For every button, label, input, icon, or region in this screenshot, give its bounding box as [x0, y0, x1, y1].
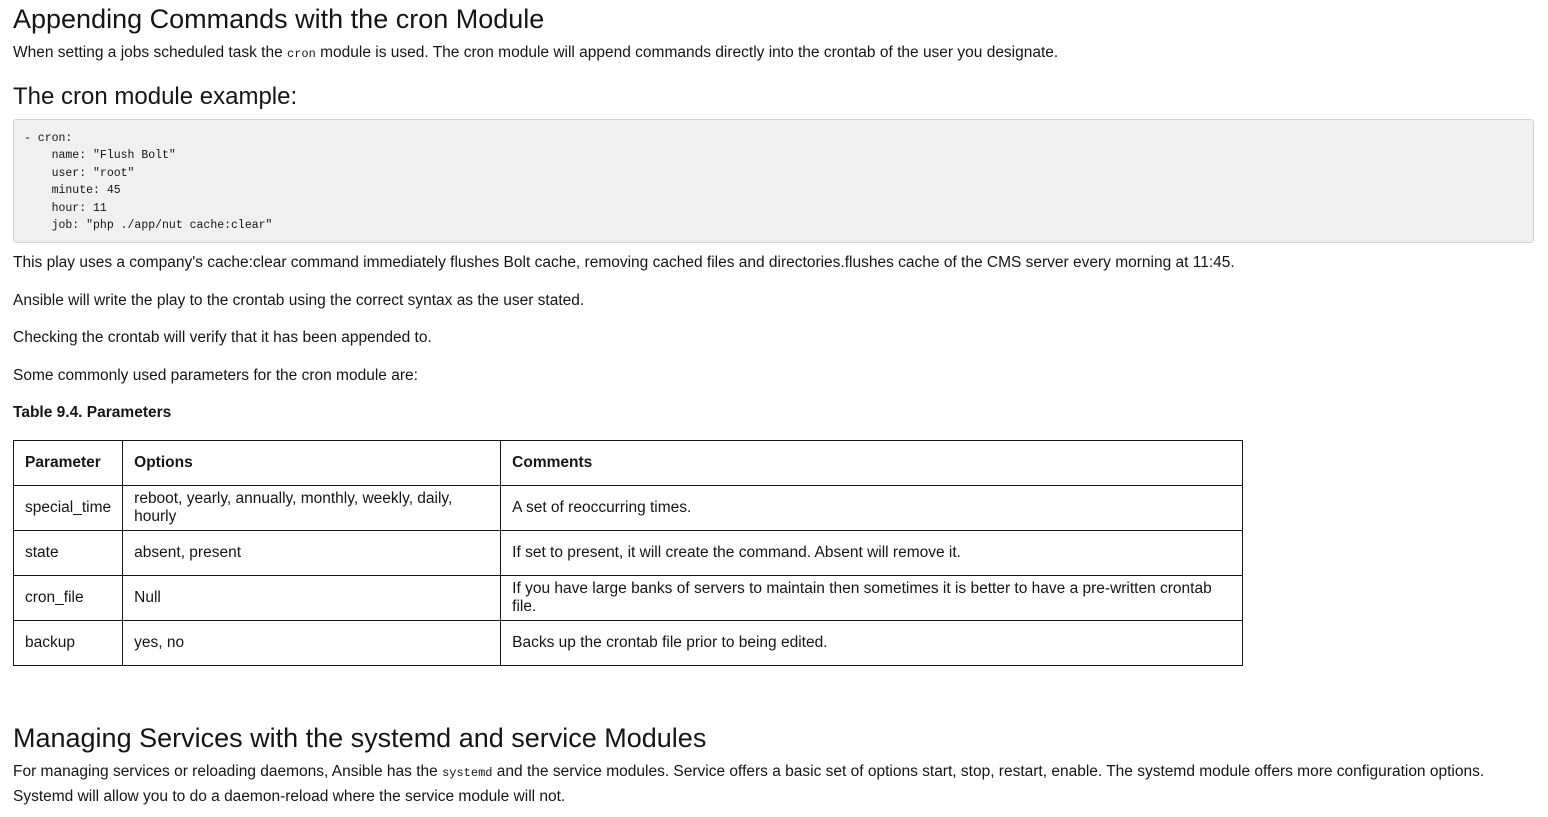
header-comments: Comments — [500, 440, 1243, 486]
cell-comments: Backs up the crontab file prior to being… — [500, 620, 1243, 666]
inline-code-cron: cron — [287, 47, 316, 61]
table-row: cron_file Null If you have large banks o… — [12, 575, 1243, 621]
paragraph-common-params: Some commonly used parameters for the cr… — [13, 367, 418, 384]
parameters-table: Parameter Options Comments special_time … — [12, 440, 1243, 666]
header-parameter: Parameter — [12, 440, 124, 486]
cell-comments: If set to present, it will create the co… — [500, 530, 1243, 576]
cell-comments: A set of reoccurring times. — [500, 485, 1243, 531]
services-text-before: For managing services or reloading daemo… — [13, 763, 443, 780]
header-options: Options — [122, 440, 502, 486]
table-caption: Table 9.4. Parameters — [13, 404, 172, 421]
table-header-row: Parameter Options Comments — [12, 440, 1243, 486]
code-block-cron-example[interactable]: - cron: name: "Flush Bolt" user: "root" … — [13, 119, 1534, 243]
section-title-cron: Appending Commands with the cron Module — [13, 4, 545, 34]
cron-intro-paragraph: When setting a jobs scheduled task the c… — [13, 41, 1058, 66]
cell-parameter: backup — [12, 620, 124, 666]
cell-options: yes, no — [122, 620, 502, 666]
cell-parameter: special_time — [12, 485, 124, 531]
paragraph-play-description: This play uses a company's cache:clear c… — [13, 254, 1235, 271]
services-paragraph: For managing services or reloading daemo… — [13, 760, 1533, 808]
cell-comments: If you have large banks of servers to ma… — [500, 575, 1243, 621]
intro-text-before: When setting a jobs scheduled task the — [13, 44, 287, 61]
table-row: backup yes, no Backs up the crontab file… — [12, 620, 1243, 666]
intro-text-after: module is used. The cron module will app… — [315, 44, 1059, 61]
cell-options: absent, present — [122, 530, 502, 576]
cell-parameter: cron_file — [12, 575, 124, 621]
paragraph-check-crontab: Checking the crontab will verify that it… — [13, 329, 432, 346]
cell-options: reboot, yearly, annually, monthly, weekl… — [122, 485, 502, 531]
cell-options: Null — [122, 575, 502, 621]
table-row: state absent, present If set to present,… — [12, 530, 1243, 576]
table-row: special_time reboot, yearly, annually, m… — [12, 485, 1243, 531]
cell-parameter: state — [12, 530, 124, 576]
example-title: The cron module example: — [13, 83, 298, 110]
inline-code-systemd: systemd — [442, 766, 493, 780]
paragraph-ansible-write: Ansible will write the play to the cront… — [13, 292, 585, 309]
section-title-services: Managing Services with the systemd and s… — [13, 723, 707, 753]
